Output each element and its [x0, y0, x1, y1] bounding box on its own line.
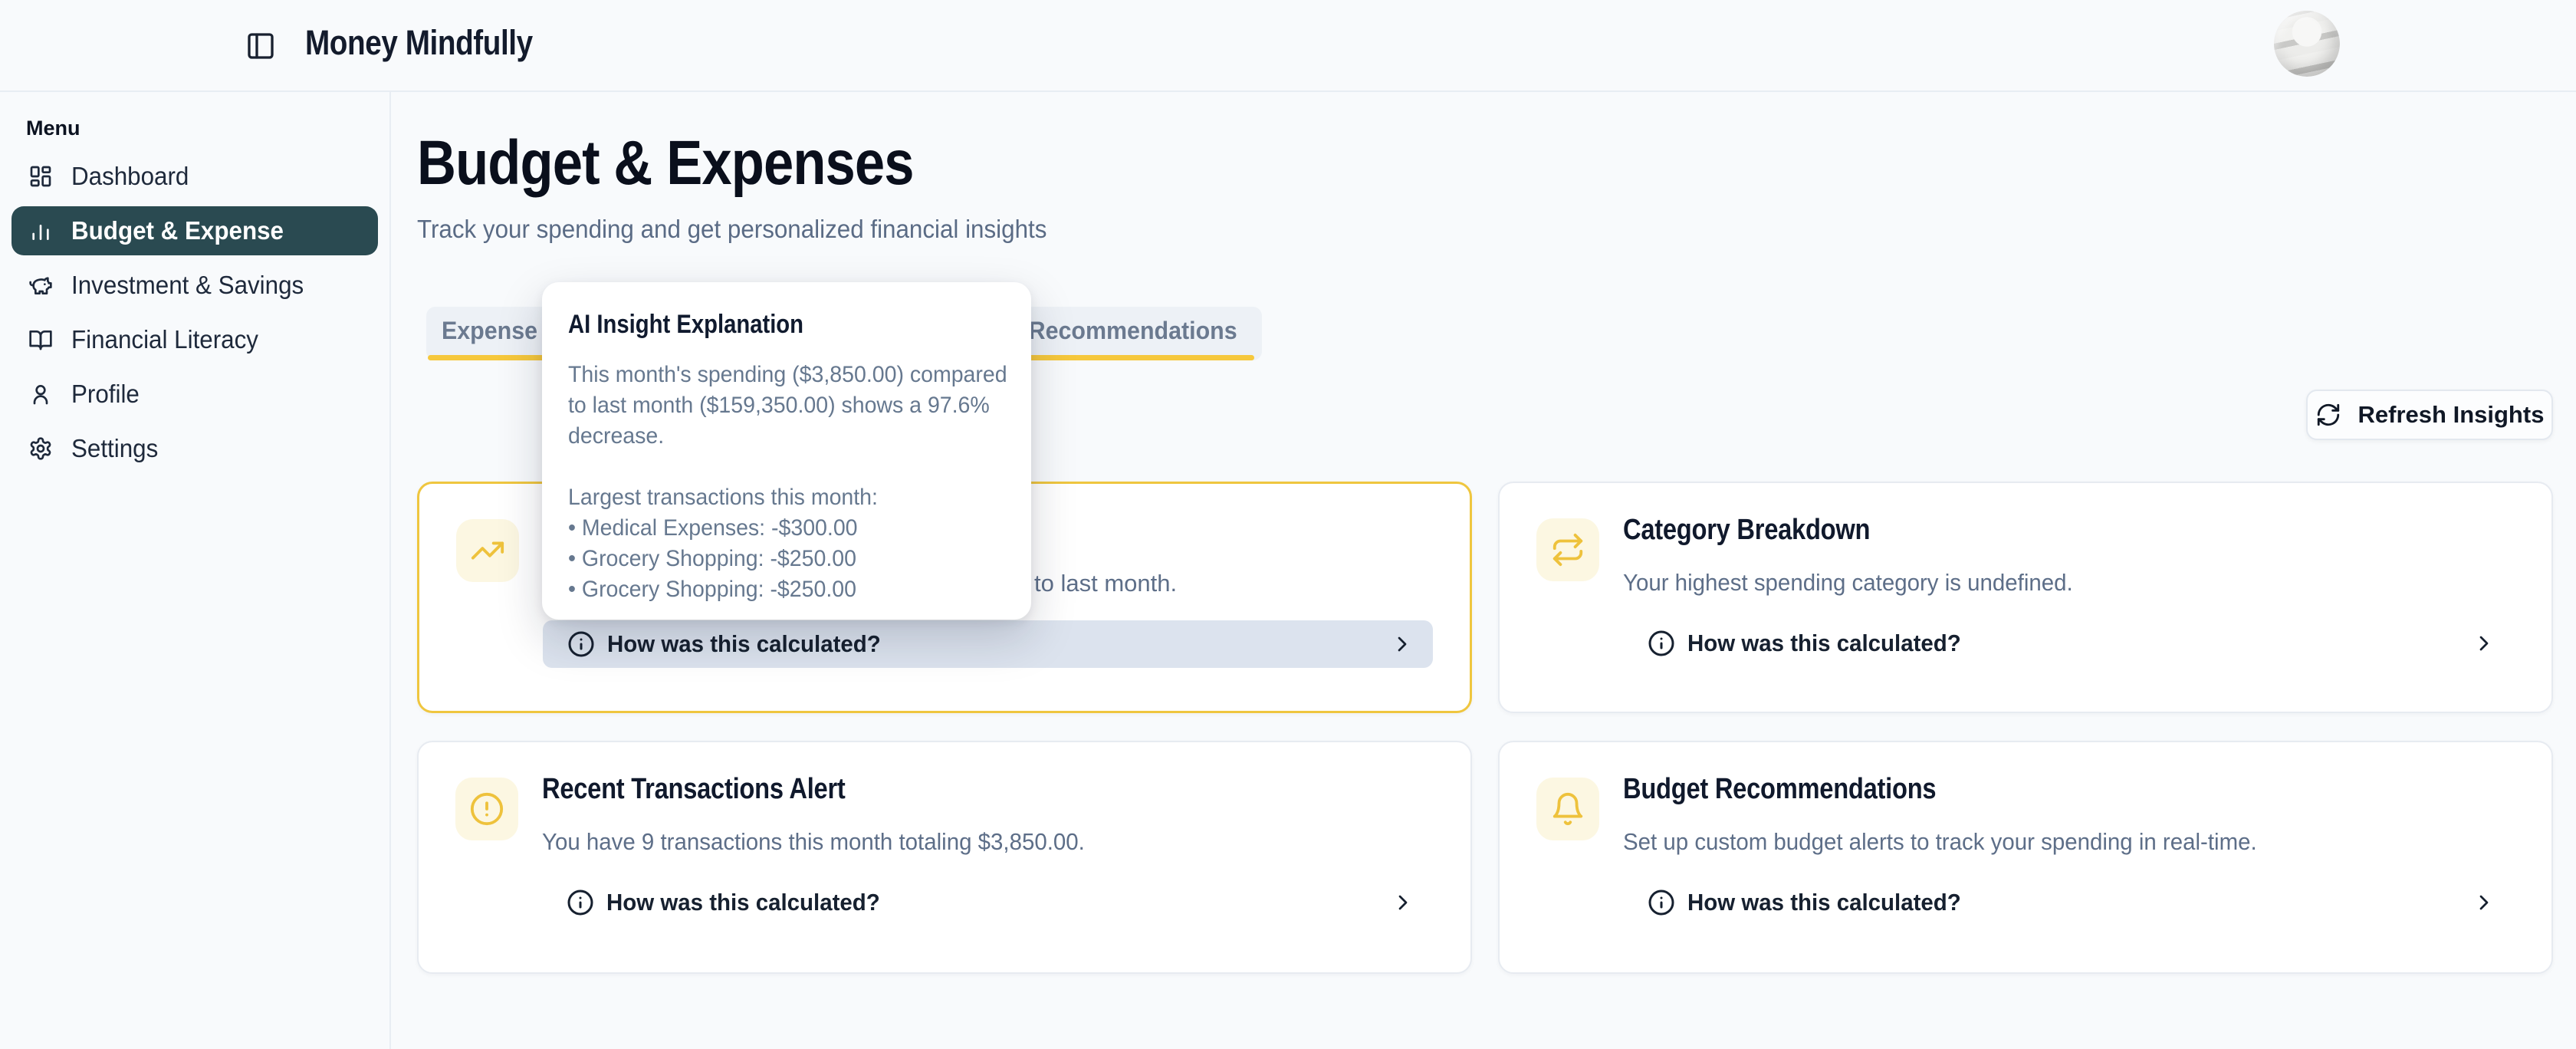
piggy-bank-icon: [28, 273, 53, 298]
card-description: Set up custom budget alerts to track you…: [1623, 828, 2290, 856]
card-title: Recent Transactions Alert: [542, 773, 895, 806]
tooltip-list-item: • Grocery Shopping: -$250.00: [568, 544, 1005, 574]
how-calculated-label: How was this calculated?: [1687, 889, 1961, 916]
alert-circle-icon: [455, 778, 518, 840]
top-header: Money Mindfully: [0, 0, 2576, 92]
sidebar: Menu Dashboard Budget & Expense Investme…: [0, 92, 391, 1049]
tooltip-body-line: decrease.: [568, 421, 1005, 452]
card-budget-recommendations: Budget Recommendations Set up custom bud…: [1498, 741, 2553, 974]
tooltip-list-intro: Largest transactions this month:: [568, 482, 1005, 513]
page-subtitle: Track your spending and get personalized…: [417, 215, 1080, 244]
sidebar-item-budget-expense[interactable]: Budget & Expense: [12, 206, 378, 255]
avatar[interactable]: [2274, 11, 2340, 77]
info-icon: [1648, 889, 1675, 916]
user-icon: [28, 382, 53, 406]
sidebar-item-financial-literacy[interactable]: Financial Literacy: [12, 315, 378, 364]
card-description: You have 9 transactions this month total…: [542, 828, 1113, 856]
main-content: Budget & Expenses Track your spending an…: [391, 92, 2576, 1049]
sidebar-toggle-icon[interactable]: [245, 31, 276, 61]
bell-icon: [1536, 778, 1599, 840]
refresh-label: Refresh Insights: [2358, 401, 2545, 429]
sidebar-item-profile[interactable]: Profile: [12, 370, 378, 419]
sidebar-item-dashboard[interactable]: Dashboard: [12, 152, 378, 201]
card-description-fragment: to last month.: [1034, 570, 1177, 597]
chevron-right-icon: [2472, 890, 2496, 915]
tooltip-body-line: to last month ($159,350.00) shows a 97.6…: [568, 390, 1005, 421]
how-calculated-button[interactable]: How was this calculated?: [542, 879, 1434, 926]
sidebar-item-label: Budget & Expense: [71, 216, 284, 245]
dashboard-icon: [28, 164, 53, 189]
tooltip-list-item: • Grocery Shopping: -$250.00: [568, 574, 1005, 605]
sidebar-item-label: Investment & Savings: [71, 271, 304, 300]
trending-up-icon: [456, 519, 519, 582]
app-title: Money Mindfully: [305, 23, 570, 63]
card-description: Your highest spending category is undefi…: [1623, 569, 2097, 597]
tooltip-list-item: • Medical Expenses: -$300.00: [568, 513, 1005, 544]
sidebar-item-settings[interactable]: Settings: [12, 424, 378, 473]
tooltip-spacer: [568, 452, 1005, 482]
chevron-right-icon: [1390, 632, 1414, 656]
bar-chart-icon: [28, 219, 53, 243]
chevron-right-icon: [1391, 890, 1415, 915]
card-category-breakdown: Category Breakdown Your highest spending…: [1498, 482, 2553, 713]
tooltip-title: AI Insight Explanation: [568, 310, 1005, 340]
sidebar-item-label: Profile: [71, 380, 140, 409]
gear-icon: [28, 436, 53, 461]
chevron-right-icon: [2472, 631, 2496, 656]
ai-insight-tooltip: AI Insight Explanation This month's spen…: [542, 282, 1031, 620]
sidebar-item-label: Settings: [71, 434, 158, 463]
sidebar-item-label: Financial Literacy: [71, 325, 258, 354]
card-title: Category Breakdown: [1623, 514, 1911, 547]
tooltip-body-line: This month's spending ($3,850.00) compar…: [568, 360, 1005, 390]
how-calculated-button[interactable]: How was this calculated?: [1623, 879, 2515, 926]
how-calculated-button[interactable]: How was this calculated?: [543, 620, 1433, 668]
how-calculated-label: How was this calculated?: [607, 630, 881, 658]
sidebar-nav: Dashboard Budget & Expense Investment & …: [0, 152, 389, 473]
sidebar-item-label: Dashboard: [71, 162, 189, 191]
repeat-icon: [1536, 518, 1599, 581]
info-icon: [567, 630, 595, 658]
refresh-icon: [2315, 402, 2341, 428]
book-open-icon: [28, 327, 53, 352]
how-calculated-label: How was this calculated?: [1687, 630, 1961, 657]
how-calculated-button[interactable]: How was this calculated?: [1623, 620, 2515, 667]
card-recent-transactions: Recent Transactions Alert You have 9 tra…: [417, 741, 1472, 974]
sidebar-item-investment-savings[interactable]: Investment & Savings: [12, 261, 378, 310]
how-calculated-label: How was this calculated?: [606, 889, 880, 916]
app-root: Money Mindfully Menu Dashboard Budget & …: [0, 0, 2576, 1049]
page-title: Budget & Expenses: [417, 127, 994, 199]
info-icon: [567, 889, 594, 916]
card-title: Budget Recommendations: [1623, 773, 1987, 806]
refresh-insights-button[interactable]: Refresh Insights: [2306, 390, 2553, 440]
info-icon: [1648, 630, 1675, 657]
menu-section-label: Menu: [26, 117, 80, 140]
